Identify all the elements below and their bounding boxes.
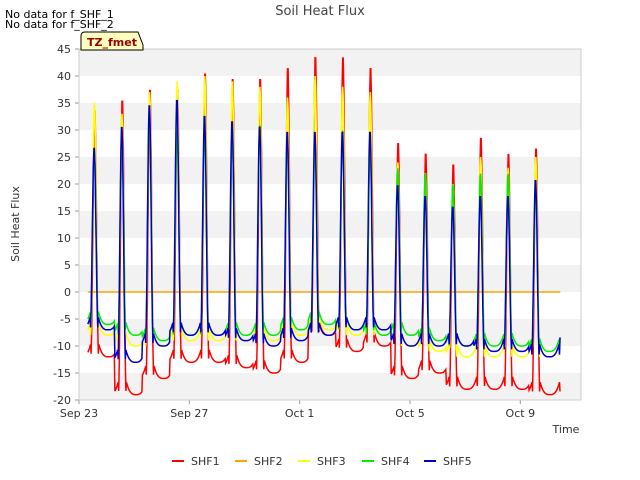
grid-band <box>79 103 581 130</box>
x-tick-label: Oct 5 <box>395 407 425 420</box>
y-tick-label: 40 <box>57 70 71 83</box>
y-tick-label: 15 <box>57 205 71 218</box>
grid-band <box>79 49 581 76</box>
y-tick-label: 25 <box>57 151 71 164</box>
x-tick-label: Sep 27 <box>170 407 208 420</box>
legend-label-shf4: SHF4 <box>381 455 410 468</box>
y-tick-label: 5 <box>64 259 71 272</box>
x-tick-label: Oct 1 <box>285 407 315 420</box>
chart-title: Soil Heat Flux <box>275 4 365 19</box>
y-tick-label: 30 <box>57 124 71 137</box>
y-tick-label: 10 <box>57 232 71 245</box>
y-tick-label: -15 <box>53 367 71 380</box>
legend: SHF1 SHF2 SHF3 SHF4 SHF5 <box>172 455 472 468</box>
legend-label-shf1: SHF1 <box>191 455 220 468</box>
grid-band <box>79 76 581 103</box>
grid-band <box>79 184 581 211</box>
y-axis: -20 -15 -10 -5 0 5 10 15 20 25 30 35 40 45 <box>53 43 79 407</box>
x-axis-label: Time <box>552 423 580 436</box>
x-axis: Sep 23 Sep 27 Oct 1 Oct 5 Oct 9 <box>60 400 535 420</box>
x-tick-label: Sep 23 <box>60 407 98 420</box>
y-tick-label: 35 <box>57 97 71 110</box>
legend-label-shf3: SHF3 <box>317 455 346 468</box>
grid-band <box>79 130 581 157</box>
grid-band <box>79 157 581 184</box>
y-axis-label: Soil Heat Flux <box>9 186 22 262</box>
y-tick-label: 20 <box>57 178 71 191</box>
y-tick-label: -20 <box>53 394 71 407</box>
grid-band <box>79 211 581 238</box>
y-tick-label: -10 <box>53 340 71 353</box>
legend-label-shf2: SHF2 <box>254 455 283 468</box>
y-tick-label: 45 <box>57 43 71 56</box>
badge-label: TZ_fmet <box>87 36 137 49</box>
x-tick-label: Oct 9 <box>506 407 536 420</box>
soil-heat-flux-chart: Soil Heat Flux -20 -15 -10 -5 0 5 10 15 20 25 30 35… <box>9 4 582 468</box>
legend-label-shf5: SHF5 <box>443 455 472 468</box>
tz-badge: TZ_fmet <box>80 31 144 51</box>
y-tick-label: 0 <box>64 286 71 299</box>
y-tick-label: -5 <box>60 313 71 326</box>
